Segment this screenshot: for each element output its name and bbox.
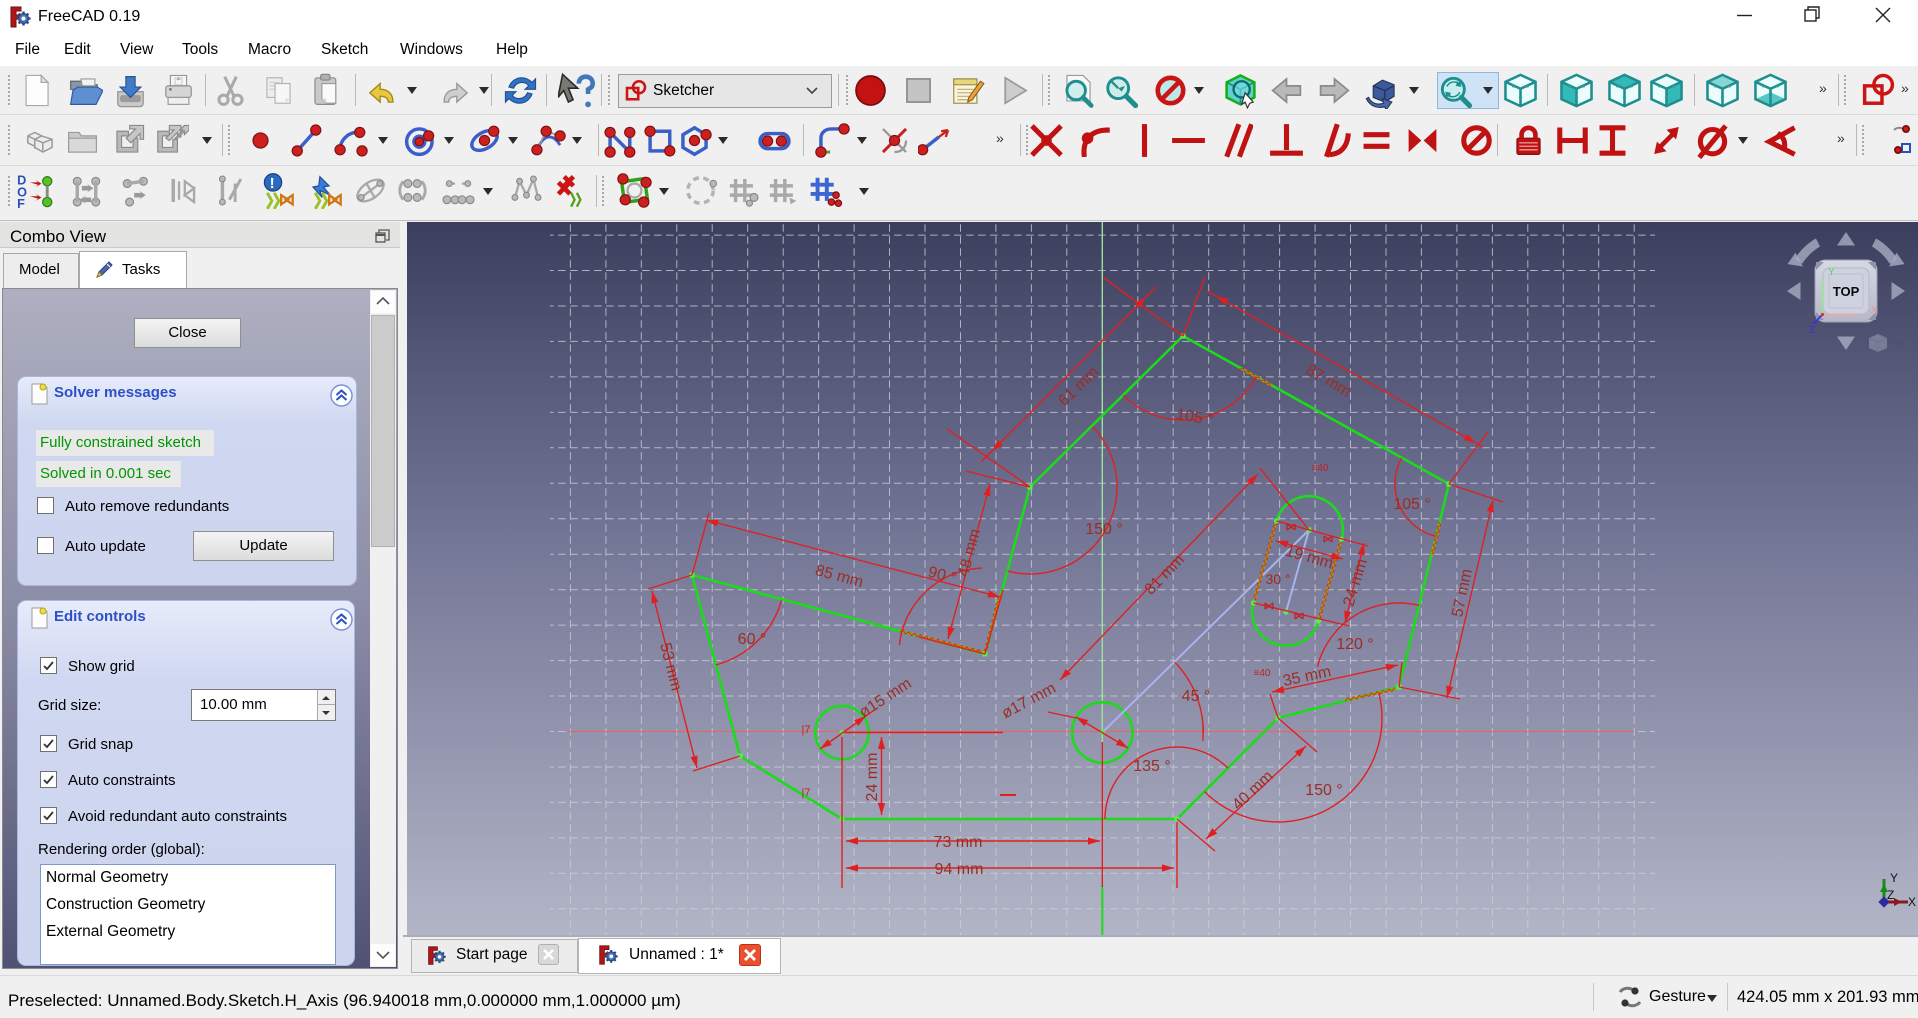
svg-text:60 °: 60 ° — [738, 631, 767, 648]
svg-text:94 mm: 94 mm — [935, 861, 984, 878]
svg-text:TOP: TOP — [1833, 284, 1860, 299]
svg-text:Y: Y — [1828, 267, 1835, 278]
svg-text:|7: |7 — [802, 787, 811, 799]
svg-text:150 °: 150 ° — [1085, 521, 1123, 538]
svg-text:73 mm: 73 mm — [934, 834, 983, 851]
svg-text:X: X — [1908, 895, 1916, 909]
svg-text:30 °: 30 ° — [1265, 571, 1290, 587]
svg-text:|7: |7 — [802, 724, 811, 736]
svg-text:24 mm: 24 mm — [864, 753, 881, 802]
svg-text:≡40: ≡40 — [1312, 463, 1329, 474]
svg-text:!: ! — [270, 175, 275, 192]
svg-text:45 °: 45 ° — [1182, 688, 1211, 705]
svg-text:150 °: 150 ° — [1305, 782, 1343, 799]
svg-text:105 °: 105 ° — [1393, 496, 1431, 513]
svg-text:≡40: ≡40 — [1254, 668, 1271, 679]
svg-text:Z: Z — [1887, 888, 1894, 902]
svg-text:Y: Y — [1890, 871, 1898, 885]
svg-text:X: X — [1871, 305, 1878, 316]
svg-text:120 °: 120 ° — [1336, 636, 1374, 653]
svg-text:135 °: 135 ° — [1133, 758, 1171, 775]
svg-text:F: F — [17, 196, 25, 209]
svg-text:Z: Z — [1809, 325, 1815, 336]
